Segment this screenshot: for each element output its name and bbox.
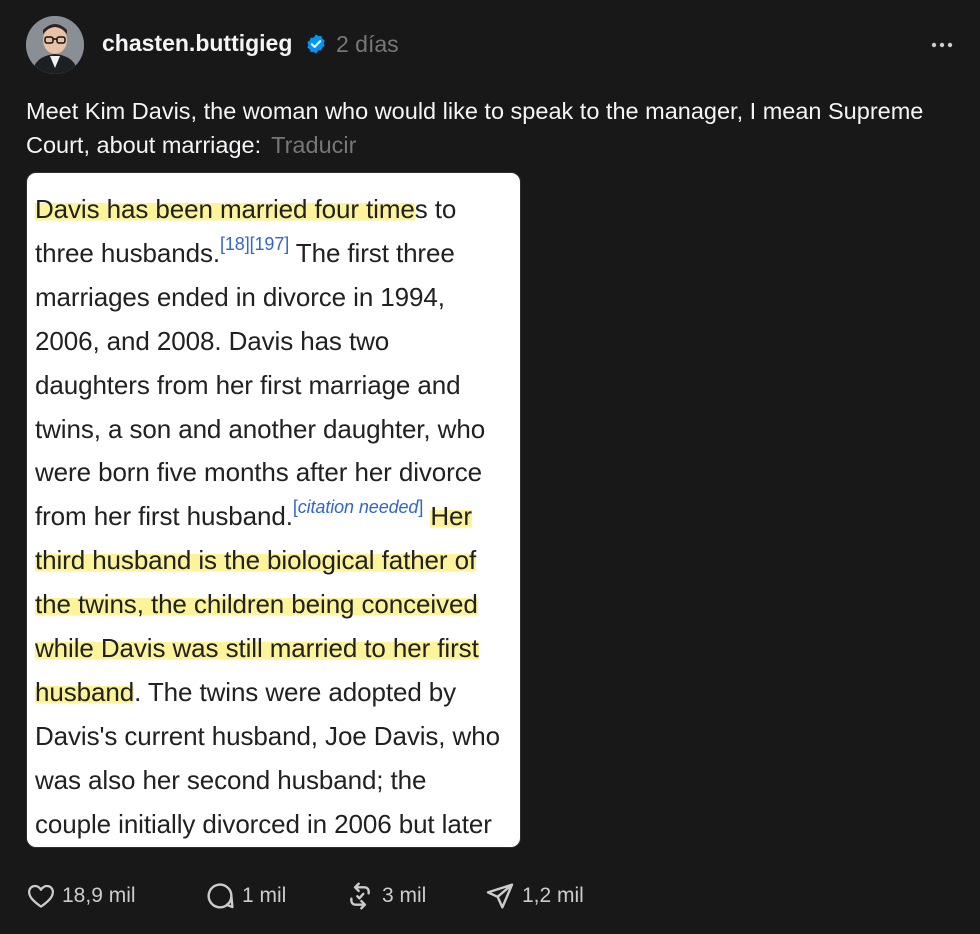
avatar[interactable] bbox=[26, 16, 84, 74]
excerpt-text: three husbands. bbox=[35, 237, 220, 268]
verified-badge-icon bbox=[307, 34, 325, 54]
repost-icon bbox=[350, 882, 370, 910]
post-timestamp: 2 días bbox=[336, 31, 399, 57]
citation-needed-tag: [citation needed] bbox=[293, 497, 424, 518]
citation-needed-link: citation needed bbox=[297, 497, 419, 518]
share-icon bbox=[486, 883, 514, 909]
like-button[interactable]: 18,9 mil bbox=[26, 878, 136, 914]
excerpt-text: s to bbox=[414, 194, 457, 224]
excerpt-line: Davis has been married four times to bbox=[35, 188, 519, 232]
reply-count: 1 mil bbox=[242, 884, 287, 907]
excerpt-line: husband. The twins were adopted by bbox=[35, 671, 519, 715]
highlighted-text: third husband is the biological father o… bbox=[35, 545, 477, 576]
repost-count: 3 mil bbox=[382, 884, 427, 907]
avatar-image bbox=[26, 16, 84, 74]
share-count: 1,2 mil bbox=[522, 884, 584, 907]
action-bar: 18,9 mil 1 mil 3 mil 1,2 mil bbox=[26, 878, 926, 914]
highlighted-text: Davis has been married four time bbox=[35, 194, 415, 224]
comment-icon bbox=[207, 883, 234, 909]
more-options-icon[interactable] bbox=[926, 34, 958, 56]
excerpt-text: from her first husband. bbox=[35, 501, 293, 532]
citation-bracket: ] bbox=[418, 497, 424, 518]
caption-text: Meet Kim Davis, the woman who would like… bbox=[26, 98, 924, 158]
wikipedia-excerpt: Davis has been married four times to thr… bbox=[35, 188, 519, 847]
post-caption: Meet Kim Davis, the woman who would like… bbox=[26, 94, 961, 162]
excerpt-line: Davis's current husband, Joe Davis, who bbox=[35, 720, 500, 751]
highlighted-text: while Davis was still married to her fir… bbox=[35, 633, 479, 664]
excerpt-line: twins, a son and another daughter, who bbox=[35, 413, 486, 444]
post-image[interactable]: Davis has been married four times to thr… bbox=[26, 172, 521, 848]
highlighted-text: the twins, the children being conceived bbox=[35, 589, 478, 620]
excerpt-line: 2006, and 2008. Davis has two bbox=[35, 325, 390, 356]
threads-post: chasten.buttigieg 2 días Meet Kim Davis,… bbox=[0, 0, 980, 934]
excerpt-line: third husband is the biological father o… bbox=[35, 539, 519, 583]
repost-button[interactable]: 3 mil bbox=[344, 878, 426, 914]
like-count: 18,9 mil bbox=[62, 884, 136, 907]
excerpt-line: marriages ended in divorce in 1994, bbox=[35, 281, 445, 312]
share-button[interactable]: 1,2 mil bbox=[484, 878, 584, 914]
reply-button[interactable]: 1 mil bbox=[204, 878, 286, 914]
excerpt-line: daughters from her first marriage and bbox=[35, 369, 461, 400]
excerpt-line: was also her second husband; the bbox=[35, 764, 427, 795]
translate-link[interactable]: Traducir bbox=[271, 132, 356, 158]
reference-link: [18][197] bbox=[219, 233, 290, 254]
excerpt-line: couple initially divorced in 2006 but la… bbox=[35, 808, 492, 839]
excerpt-line: while Davis was still married to her fir… bbox=[35, 627, 519, 671]
excerpt-text: . The twins were adopted by bbox=[134, 676, 457, 707]
highlighted-text: Her bbox=[430, 501, 472, 532]
heart-icon bbox=[28, 884, 54, 908]
excerpt-line: were born five months after her divorce bbox=[35, 457, 482, 488]
highlighted-text: husband bbox=[35, 676, 135, 707]
excerpt-text: The first three bbox=[289, 237, 455, 268]
username[interactable]: chasten.buttigieg bbox=[102, 30, 292, 57]
excerpt-line: three husbands.[18][197] The first three bbox=[35, 232, 519, 276]
excerpt-line: the twins, the children being conceived bbox=[35, 583, 519, 627]
excerpt-line: from her first husband.[citation needed]… bbox=[35, 495, 519, 539]
